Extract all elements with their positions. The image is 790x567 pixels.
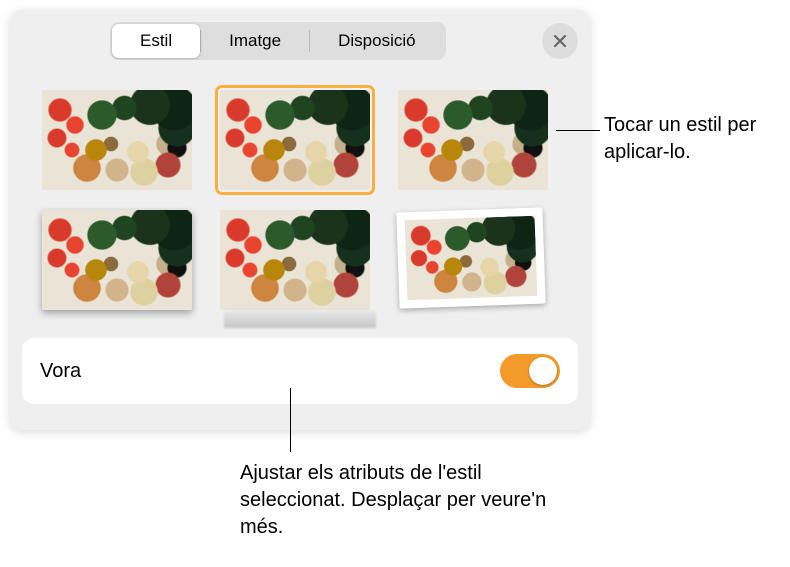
panel-header: Estil Imatge Disposició — [10, 10, 590, 68]
style-thumbnail — [396, 207, 545, 308]
style-option-3[interactable] — [398, 90, 558, 190]
style-thumbnail — [220, 90, 370, 190]
style-thumbnail — [220, 210, 370, 310]
style-option-2[interactable] — [220, 90, 380, 190]
toggle-knob — [529, 357, 557, 385]
border-row: Vora — [22, 338, 578, 404]
style-thumbnail — [42, 210, 192, 310]
style-option-6[interactable] — [398, 210, 558, 310]
callout-adjust-attributes: Ajustar els atributs de l'estil seleccio… — [240, 460, 580, 541]
tab-image[interactable]: Imatge — [201, 24, 309, 58]
tab-layout[interactable]: Disposició — [310, 24, 443, 58]
callout-leader-line — [290, 388, 291, 452]
close-button[interactable] — [542, 23, 578, 59]
style-thumbnail — [42, 90, 192, 190]
border-label: Vora — [40, 360, 81, 383]
tab-style[interactable]: Estil — [112, 24, 200, 58]
tab-segmented-control: Estil Imatge Disposició — [110, 22, 446, 60]
border-toggle[interactable] — [500, 354, 560, 388]
style-option-1[interactable] — [42, 90, 202, 190]
style-thumbnail — [398, 90, 548, 190]
callout-apply-style: Tocar un estil per aplicar-lo. — [604, 112, 774, 166]
close-icon — [552, 33, 568, 49]
styles-grid — [10, 68, 590, 328]
style-option-4[interactable] — [42, 210, 202, 310]
style-option-5[interactable] — [220, 210, 380, 310]
callout-leader-line — [556, 130, 600, 131]
format-panel: Estil Imatge Disposició — [10, 10, 590, 430]
